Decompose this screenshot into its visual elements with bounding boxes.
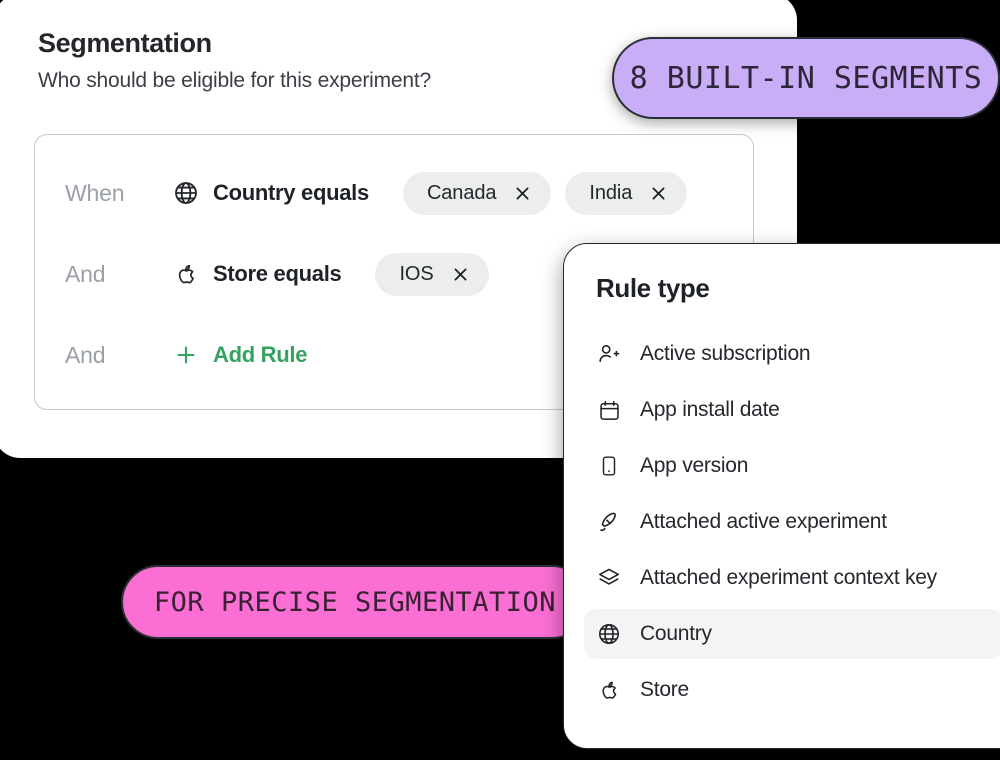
user-plus-icon <box>596 341 622 367</box>
rule-type-list: Active subscription App install date App… <box>564 329 1000 715</box>
rule-type-label: App version <box>640 454 749 477</box>
precise-segmentation-badge: FOR PRECISE SEGMENTATION <box>121 565 589 639</box>
close-icon[interactable] <box>452 266 469 283</box>
built-in-segments-badge: 8 BUILT-IN SEGMENTS <box>612 37 1000 119</box>
close-icon[interactable] <box>650 185 667 202</box>
rule-type-item-attached-active-experiment[interactable]: Attached active experiment <box>584 497 1000 547</box>
value-chip[interactable]: IOS <box>375 252 489 296</box>
rule-conjunction: And <box>65 260 106 287</box>
rule-type-label: Active subscription <box>640 342 811 365</box>
calendar-icon <box>596 397 622 423</box>
rule-type-panel: Rule type Active subscription App instal… <box>563 243 1000 749</box>
chip-label: India <box>589 181 633 204</box>
add-rule-button[interactable]: Add Rule <box>213 342 307 368</box>
rule-type-label: Attached experiment context key <box>640 566 937 589</box>
rocket-icon <box>596 509 622 535</box>
globe-icon <box>171 178 201 208</box>
rule-type-label: Store <box>640 678 689 701</box>
plus-icon <box>171 340 201 370</box>
segmentation-subtitle: Who should be eligible for this experime… <box>38 69 431 92</box>
value-chip[interactable]: Canada <box>402 171 552 215</box>
rule-type-label: App install date <box>640 398 780 421</box>
rule-type-title: Rule type <box>596 273 710 303</box>
rule-type-item-attached-experiment-context-key[interactable]: Attached experiment context key <box>584 553 1000 603</box>
rule-conjunction: And <box>65 341 106 368</box>
close-icon[interactable] <box>514 185 531 202</box>
chip-label: IOS <box>399 262 434 285</box>
rule-chip-list: IOS <box>375 252 489 296</box>
rule-type-label: Attached active experiment <box>640 510 887 533</box>
chip-label: Canada <box>426 181 497 204</box>
rule-type-item-app-version[interactable]: App version <box>584 441 1000 491</box>
rule-type-item-app-install-date[interactable]: App install date <box>584 385 1000 435</box>
rule-chip-list: Canada India <box>402 171 688 215</box>
rule-conjunction: When <box>65 179 125 206</box>
rule-label: Store equals <box>213 261 342 286</box>
apple-icon <box>171 259 201 289</box>
rule-label: Country equals <box>213 180 369 205</box>
rule-type-item-store[interactable]: Store <box>584 665 1000 715</box>
rule-type-item-country[interactable]: Country <box>584 609 1000 659</box>
layers-icon <box>596 565 622 591</box>
page-background: Segmentation Who should be eligible for … <box>0 0 1000 760</box>
apple-icon <box>596 677 622 703</box>
rule-type-label: Country <box>640 622 712 645</box>
mobile-icon <box>596 453 622 479</box>
rule-row[interactable]: When Country equals Canada India <box>35 165 753 221</box>
value-chip[interactable]: India <box>565 171 688 215</box>
globe-icon <box>596 621 622 647</box>
rule-type-item-active-subscription[interactable]: Active subscription <box>584 329 1000 379</box>
page-title: Segmentation <box>38 28 212 58</box>
